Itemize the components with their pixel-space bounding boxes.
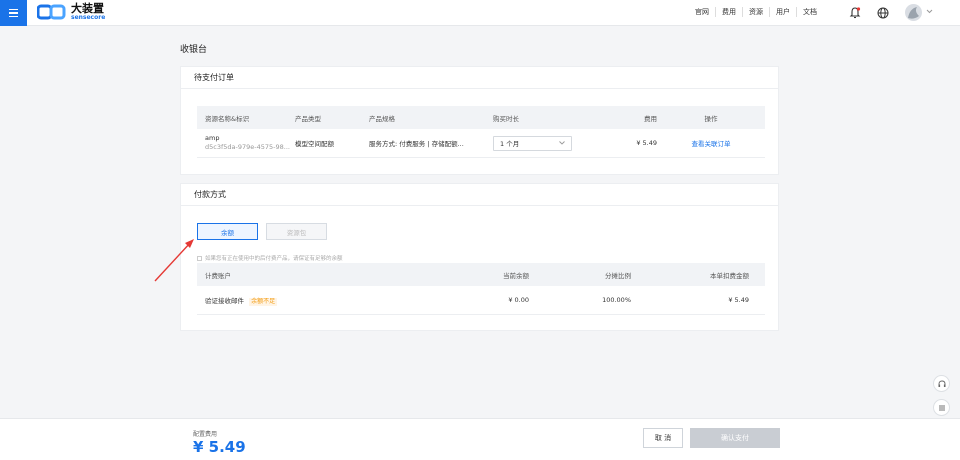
view-related-order-link[interactable]: 查看关联订单 [692, 140, 731, 148]
page-title: 收银台 [180, 45, 208, 55]
chevron-down-icon[interactable] [926, 9, 933, 14]
col-action: 操作 [704, 114, 718, 123]
pending-order-title: 待支付订单 [181, 67, 778, 89]
allocation-ratio: 100.00% [602, 296, 631, 304]
payment-note: 如果您有正在使用中的后付费产品，请保证有足够的余额 [197, 254, 343, 262]
checkout-footer: 配置费用 ¥ 5.49 取 消 确认支付 [0, 418, 960, 460]
order-table: 资源名称&标识 产品类型 产品规格 购买时长 费用 操作 amp d5c3f5d… [197, 106, 765, 158]
sensecore-logo-icon [37, 4, 66, 20]
fee-value: ¥ 5.49 [636, 139, 657, 147]
deduct-amount: ¥ 5.49 [728, 296, 749, 304]
top-bar: 大装置 sensecore 官网 费用 资源 用户 文档 [0, 0, 960, 26]
col-spec: 产品规格 [369, 114, 395, 123]
avatar[interactable] [905, 4, 922, 21]
col-resource-name: 资源名称&标识 [205, 114, 250, 123]
table-row: 验证接收邮件 余额不足 ¥ 0.00 100.00% ¥ 5.49 [197, 286, 765, 315]
payment-method-card: 付款方式 余额 资源包 如果您有正在使用中的后付费产品，请保证有足够的余额 计费… [180, 183, 779, 331]
duration-select[interactable]: 1 个月 [493, 135, 572, 151]
chevron-down-icon [559, 141, 565, 145]
config-fee-label: 配置费用 [193, 431, 218, 438]
feedback-button[interactable] [933, 399, 950, 416]
config-fee-value: ¥ 5.49 [193, 438, 246, 456]
headset-icon [938, 380, 945, 387]
order-table-header: 资源名称&标识 产品类型 产品规格 购买时长 费用 操作 [197, 106, 765, 129]
col-duration: 购买时长 [493, 114, 519, 123]
resource-name: amp [205, 134, 220, 142]
annotation-arrow-icon [154, 239, 194, 282]
payment-note-text: 如果您有正在使用中的后付费产品，请保证有足够的余额 [205, 256, 343, 262]
nav-official-site[interactable]: 官网 [689, 7, 716, 17]
top-nav: 官网 费用 资源 用户 文档 [689, 7, 823, 17]
product-spec: 服务方式: 付费服务 | 存储配额... [369, 140, 464, 148]
pending-order-card: 待支付订单 资源名称&标识 产品类型 产品规格 购买时长 费用 操作 amp d… [180, 66, 779, 175]
confirm-payment-button[interactable]: 确认支付 [690, 428, 780, 448]
user-avatar-icon [908, 7, 919, 19]
nav-billing[interactable]: 费用 [716, 7, 743, 17]
col-fee: 费用 [644, 114, 657, 123]
col-ratio: 分摊比例 [605, 271, 631, 280]
payment-method-title: 付款方式 [181, 184, 778, 206]
logo-title: 大装置 [71, 2, 104, 15]
logo-subtitle: sensecore [71, 14, 106, 21]
payment-tabs: 余额 资源包 [197, 223, 327, 240]
table-row: amp d5c3f5da-979e-4575-98... 模型空间配额 服务方式… [197, 129, 765, 158]
nav-users[interactable]: 用户 [770, 7, 797, 17]
tab-balance[interactable]: 余额 [197, 223, 258, 240]
cancel-button[interactable]: 取 消 [643, 428, 683, 448]
resource-id: d5c3f5da-979e-4575-98... [205, 143, 290, 151]
menu-icon[interactable] [0, 0, 27, 26]
col-product-type: 产品类型 [295, 114, 321, 123]
customer-service-button[interactable] [933, 375, 950, 392]
logo[interactable]: 大装置 sensecore [37, 3, 105, 21]
list-icon [938, 405, 945, 410]
col-deduct-amount: 本单扣费金额 [710, 271, 749, 280]
billing-account-name: 验证接收邮件 [205, 296, 244, 305]
product-type: 模型空间配额 [295, 140, 334, 148]
nav-docs[interactable]: 文档 [797, 7, 823, 17]
bell-icon[interactable] [848, 6, 862, 20]
insufficient-balance-badge: 余额不足 [249, 297, 278, 306]
current-balance: ¥ 0.00 [508, 296, 529, 304]
tab-resource-package[interactable]: 资源包 [266, 223, 327, 240]
billing-account-table: 计费账户 当前余额 分摊比例 本单扣费金额 验证接收邮件 余额不足 ¥ 0.00… [197, 263, 765, 315]
col-current-balance: 当前余额 [503, 271, 529, 280]
billing-table-header: 计费账户 当前余额 分摊比例 本单扣费金额 [197, 263, 765, 286]
globe-icon[interactable] [876, 6, 890, 20]
col-billing-account: 计费账户 [205, 271, 231, 280]
nav-resources[interactable]: 资源 [743, 7, 770, 17]
duration-value: 1 个月 [500, 140, 520, 148]
